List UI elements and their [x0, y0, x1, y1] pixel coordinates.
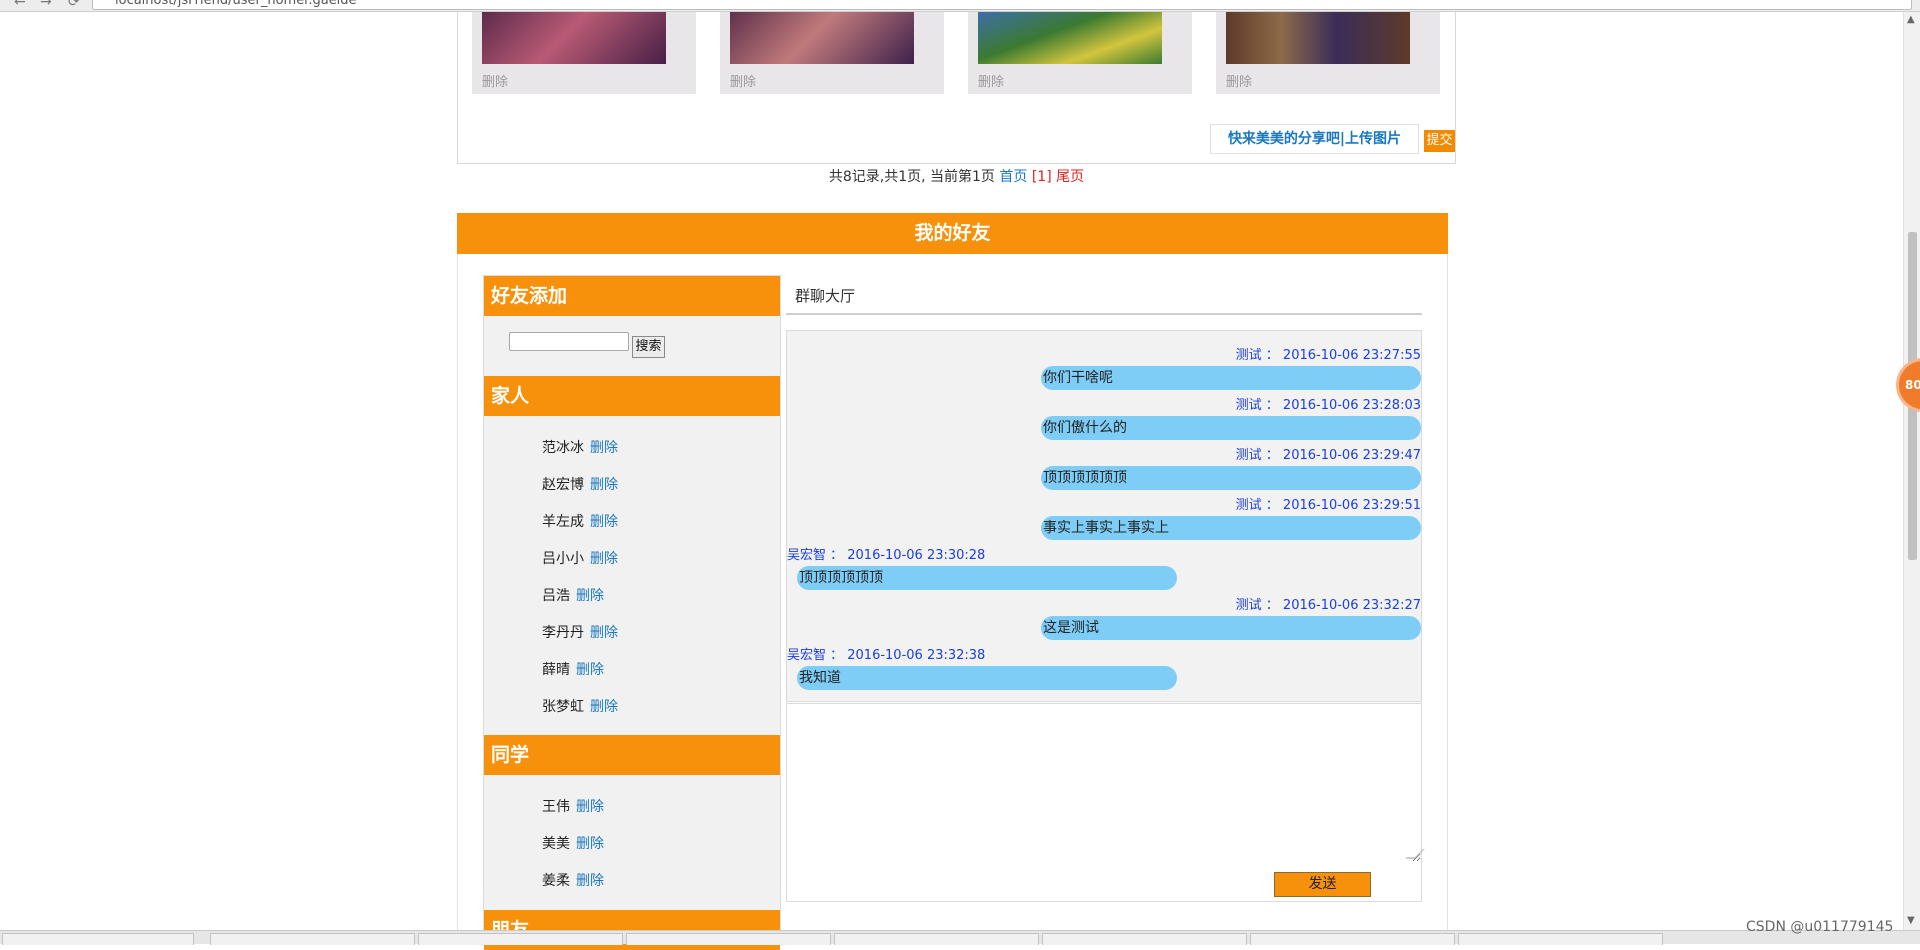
- message-bubble: 事实上事实上事实上: [1041, 516, 1421, 540]
- photo-thumbnail[interactable]: [730, 12, 914, 64]
- photo-thumbnail[interactable]: [978, 12, 1162, 64]
- forward-icon[interactable]: →: [40, 0, 52, 10]
- photo-thumbnail[interactable]: [1226, 12, 1410, 64]
- message-meta: 测试 ： 2016-10-06 23:29:47: [1235, 448, 1421, 463]
- delete-friend-link[interactable]: 删除: [590, 625, 618, 641]
- compose-area: 发送: [786, 703, 1425, 902]
- friend-item: 薛晴 删除: [542, 659, 604, 679]
- friend-item: 吕浩 删除: [542, 585, 604, 605]
- message-bubble: 这是测试: [1041, 616, 1421, 640]
- message-bubble: 我知道: [797, 666, 1177, 690]
- bottom-tab[interactable]: [210, 933, 415, 945]
- bottom-tab[interactable]: [626, 933, 831, 945]
- delete-friend-link[interactable]: 删除: [576, 799, 604, 815]
- reload-icon[interactable]: ⟳: [68, 0, 80, 10]
- friend-item: 美美 删除: [542, 833, 604, 853]
- friend-name[interactable]: 羊左成: [542, 514, 584, 530]
- delete-friend-link[interactable]: 删除: [590, 514, 618, 530]
- friend-item: 王伟 删除: [542, 796, 604, 816]
- floating-badge[interactable]: 80: [1896, 358, 1920, 412]
- message-meta: 吴宏智 ： 2016-10-06 23:30:28: [787, 548, 986, 563]
- message-meta: 测试 ： 2016-10-06 23:32:27: [1235, 598, 1421, 613]
- delete-friend-link[interactable]: 删除: [590, 440, 618, 456]
- friends-section-title: 我的好友: [457, 213, 1448, 254]
- message-meta: 测试 ： 2016-10-06 23:29:51: [1235, 498, 1421, 513]
- bottom-tab[interactable]: [1250, 933, 1455, 945]
- message-bubble: 你们干啥呢: [1041, 366, 1421, 390]
- friend-item: 赵宏博 删除: [542, 474, 618, 494]
- delete-friend-link[interactable]: 删除: [576, 588, 604, 604]
- scroll-up-icon[interactable]: ▲: [1907, 14, 1915, 25]
- group-header-classmates[interactable]: 同学: [484, 735, 780, 775]
- photo-card: 删除: [1216, 12, 1440, 94]
- browser-toolbar: ← → ⟳ localhost/jsFriend/user_homer.gael…: [0, 0, 1920, 12]
- friend-item: 范冰冰 删除: [542, 437, 618, 457]
- bottom-tab[interactable]: [1458, 933, 1663, 945]
- chat-message-list[interactable]: 测试 ： 2016-10-06 23:27:55 你们干啥呢 测试 ： 2016…: [786, 330, 1422, 702]
- bottom-tab[interactable]: [418, 933, 623, 945]
- delete-friend-link[interactable]: 删除: [576, 662, 604, 678]
- page-scrollbar[interactable]: ▲ ▼: [1903, 12, 1920, 930]
- message-meta: 吴宏智 ： 2016-10-06 23:32:38: [787, 648, 986, 663]
- search-button[interactable]: 搜索: [632, 336, 665, 358]
- friend-item: 吕小小 删除: [542, 548, 618, 568]
- friend-search-input[interactable]: [509, 332, 629, 351]
- back-icon[interactable]: ←: [14, 0, 26, 10]
- divider: [786, 313, 1422, 315]
- current-page-link[interactable]: [1]: [1032, 169, 1052, 185]
- add-friend-header: 好友添加: [484, 276, 780, 316]
- friend-item: 张梦虹 删除: [542, 696, 618, 716]
- delete-photo-link[interactable]: 删除: [482, 71, 508, 90]
- delete-photo-link[interactable]: 删除: [978, 71, 1004, 90]
- bottom-tab[interactable]: [1042, 933, 1247, 945]
- address-field[interactable]: localhost/jsFriend/user_homer.gaelde: [92, 0, 1912, 10]
- photo-thumbnail[interactable]: [482, 12, 666, 64]
- friend-name[interactable]: 王伟: [542, 799, 570, 815]
- friend-name[interactable]: 范冰冰: [542, 440, 584, 456]
- scroll-down-icon[interactable]: ▼: [1907, 915, 1915, 926]
- friend-item: 李丹丹 删除: [542, 622, 618, 642]
- delete-friend-link[interactable]: 删除: [590, 699, 618, 715]
- send-button[interactable]: 发送: [1274, 872, 1371, 897]
- friend-name[interactable]: 赵宏博: [542, 477, 584, 493]
- message-bubble: 你们傲什么的: [1041, 416, 1421, 440]
- friend-name[interactable]: 吕浩: [542, 588, 570, 604]
- friend-name[interactable]: 薛晴: [542, 662, 570, 678]
- delete-friend-link[interactable]: 删除: [590, 551, 618, 567]
- friends-sidebar: 好友添加 搜索 家人 范冰冰 删除 赵宏博 删除 羊左成 删除 吕小小 删除 吕浩 删除 …: [483, 275, 781, 950]
- photo-card: 删除: [472, 12, 696, 94]
- pagination-summary: 共8记录,共1页, 当前第1页: [828, 169, 995, 185]
- friend-name[interactable]: 张梦虹: [542, 699, 584, 715]
- message-input[interactable]: [787, 704, 1421, 862]
- delete-friend-link[interactable]: 删除: [590, 477, 618, 493]
- message-meta: 测试 ： 2016-10-06 23:28:03: [1235, 398, 1421, 413]
- friend-name[interactable]: 美美: [542, 836, 570, 852]
- watermark: CSDN @u011779145: [1746, 919, 1894, 935]
- delete-photo-link[interactable]: 删除: [730, 71, 756, 90]
- friend-item: 姜柔 删除: [542, 870, 604, 890]
- message-bubble: 顶顶顶顶顶顶: [1041, 466, 1421, 490]
- upload-photo-link[interactable]: 快来美美的分享吧|上传图片: [1210, 124, 1419, 154]
- last-page-link[interactable]: 尾页: [1056, 169, 1084, 185]
- message-bubble: 顶顶顶顶顶顶: [797, 566, 1177, 590]
- photo-card: 删除: [720, 12, 944, 94]
- friend-name[interactable]: 姜柔: [542, 873, 570, 889]
- photo-card: 删除: [968, 12, 1192, 94]
- message-meta: 测试 ： 2016-10-06 23:27:55: [1235, 348, 1421, 363]
- first-page-link[interactable]: 首页: [999, 169, 1027, 185]
- chat-room-title: 群聊大厅: [795, 287, 856, 305]
- delete-photo-link[interactable]: 删除: [1226, 71, 1252, 90]
- delete-friend-link[interactable]: 删除: [576, 873, 604, 889]
- friend-item: 羊左成 删除: [542, 511, 618, 531]
- pagination: 共8记录,共1页, 当前第1页 首页 [1] 尾页: [457, 166, 1456, 186]
- bottom-tab[interactable]: [834, 933, 1039, 945]
- friend-name[interactable]: 吕小小: [542, 551, 584, 567]
- delete-friend-link[interactable]: 删除: [576, 836, 604, 852]
- friend-name[interactable]: 李丹丹: [542, 625, 584, 641]
- submit-button[interactable]: 提交: [1424, 130, 1455, 152]
- bottom-tab[interactable]: [2, 933, 194, 945]
- bottom-tab-strip: [0, 930, 1920, 945]
- group-header-family[interactable]: 家人: [484, 376, 780, 416]
